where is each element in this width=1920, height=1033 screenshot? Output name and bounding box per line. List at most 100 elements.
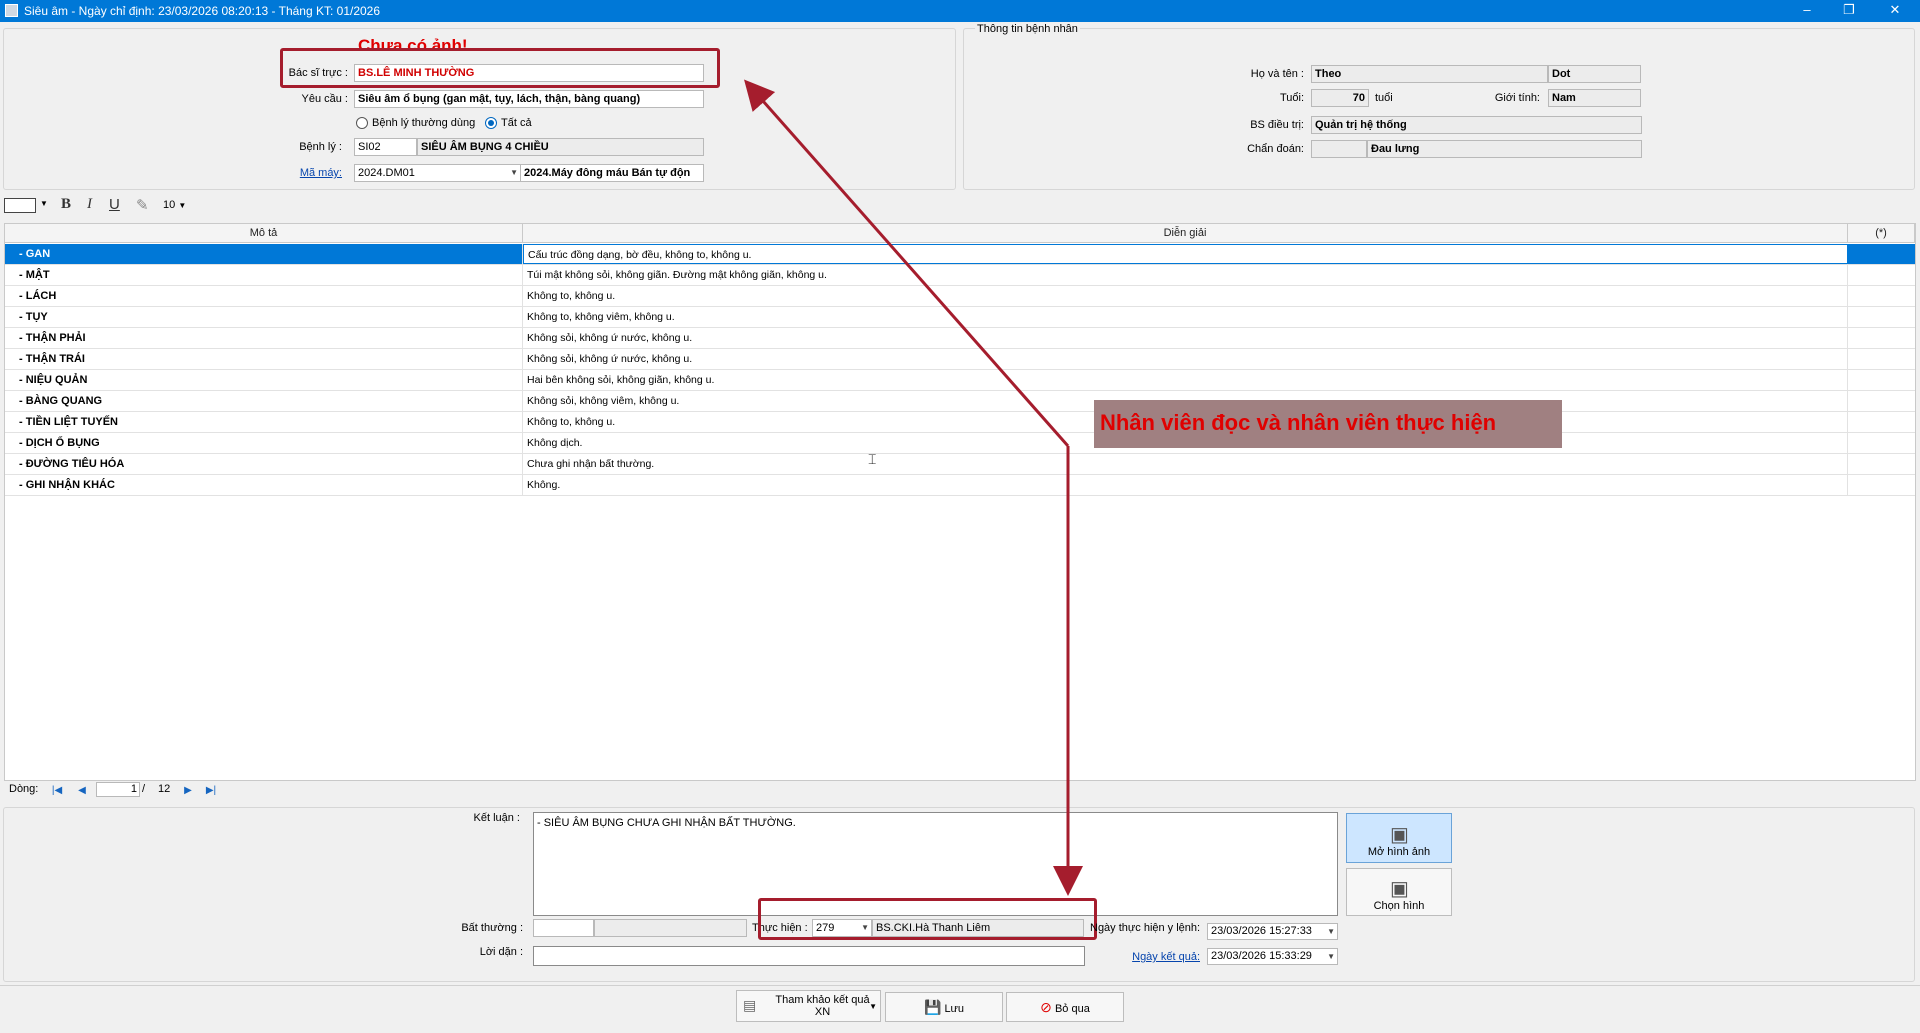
- finding-name-cell[interactable]: - MẬT: [5, 265, 523, 285]
- disease-code-field[interactable]: SI02: [354, 138, 417, 156]
- app-icon: [5, 4, 18, 17]
- finding-description-cell[interactable]: Hai bên không sỏi, không giãn, không u.: [523, 370, 1848, 390]
- note-input[interactable]: [533, 946, 1085, 966]
- request-field[interactable]: Siêu âm ổ bụng (gan mật, tụy, lách, thận…: [354, 90, 704, 108]
- finding-name-cell[interactable]: - ĐƯỜNG TIÊU HÓA: [5, 454, 523, 474]
- finding-name-cell[interactable]: - NIỆU QUẢN: [5, 370, 523, 390]
- finding-name-cell[interactable]: - BÀNG QUANG: [5, 391, 523, 411]
- save-button[interactable]: 💾 Lưu: [885, 992, 1003, 1022]
- machine-code-value: 2024.DM01: [358, 167, 415, 179]
- table-row[interactable]: - MẬT Túi mật không sỏi, không giãn. Đườn…: [5, 265, 1915, 286]
- doctor-highlight-box: [280, 48, 720, 88]
- table-row[interactable]: - NIỆU QUẢN Hai bên không sỏi, không giãn…: [5, 370, 1915, 391]
- attending-doctor-label: BS điều trị:: [1250, 119, 1304, 131]
- table-row[interactable]: - GAN Cấu trúc đồng dạng, bờ đều, không t…: [5, 244, 1915, 265]
- bold-button[interactable]: B: [61, 196, 71, 213]
- last-page-icon[interactable]: ▶|: [203, 784, 219, 798]
- image-open-icon: ▣: [1390, 824, 1409, 846]
- finding-flag-cell[interactable]: [1848, 265, 1915, 285]
- finding-description-cell[interactable]: Không sỏi, không ứ nước, không u.: [523, 349, 1848, 369]
- column-header-flag[interactable]: (*): [1848, 224, 1915, 243]
- finding-name-cell[interactable]: - TIỀN LIỆT TUYẾN: [5, 412, 523, 432]
- abnormal-code-field[interactable]: [533, 919, 594, 937]
- next-page-icon[interactable]: ▶: [180, 784, 196, 798]
- table-row[interactable]: - DỊCH Ổ BỤNG Không dịch.: [5, 433, 1915, 454]
- close-button[interactable]: ✕: [1872, 0, 1918, 22]
- reference-results-button[interactable]: ▤ Tham khảo kết quả XN ▼: [736, 990, 881, 1022]
- finding-description-cell[interactable]: Túi mật không sỏi, không giãn. Đường mật…: [523, 265, 1848, 285]
- finding-name-cell[interactable]: - THẬN PHẢI: [5, 328, 523, 348]
- finding-description-cell[interactable]: Không to, không viêm, không u.: [523, 307, 1848, 327]
- column-header-interpretation[interactable]: Diễn giải: [523, 224, 1848, 243]
- finding-flag-cell[interactable]: [1848, 307, 1915, 327]
- table-row[interactable]: - LÁCH Không to, không u.: [5, 286, 1915, 307]
- finding-description-cell[interactable]: Chưa ghi nhận bất thường.: [523, 454, 1848, 474]
- finding-name-cell[interactable]: - DỊCH Ổ BỤNG: [5, 433, 523, 453]
- radio-common-diseases[interactable]: [356, 117, 368, 129]
- cancel-button[interactable]: ⊘ Bỏ qua: [1006, 992, 1124, 1022]
- cancel-icon: ⊘: [1040, 999, 1052, 1015]
- result-date-dropdown-icon: ▼: [1327, 952, 1335, 961]
- italic-button[interactable]: I: [87, 196, 92, 213]
- finding-flag-cell[interactable]: [1848, 454, 1915, 474]
- finding-flag-cell[interactable]: [1848, 475, 1915, 495]
- result-date-link[interactable]: Ngày kết quả:: [1090, 951, 1200, 963]
- age-unit: tuổi: [1375, 92, 1393, 104]
- prev-page-icon[interactable]: ◀: [74, 784, 90, 798]
- finding-name-cell[interactable]: - LÁCH: [5, 286, 523, 306]
- exec-date-dropdown-icon: ▼: [1327, 927, 1335, 936]
- footer-divider: [0, 985, 1920, 986]
- table-row[interactable]: - TỤY Không to, không viêm, không u.: [5, 307, 1915, 328]
- exec-date-field[interactable]: 23/03/2026 15:27:33 ▼: [1207, 923, 1338, 940]
- request-label: Yêu cầu :: [301, 93, 348, 105]
- restore-button[interactable]: ❐: [1826, 0, 1872, 22]
- table-row[interactable]: - BÀNG QUANG Không sỏi, không viêm, không…: [5, 391, 1915, 412]
- abnormal-text-field[interactable]: [594, 919, 747, 937]
- open-image-label: Mở hình ảnh: [1367, 846, 1431, 858]
- finding-name-cell[interactable]: - TỤY: [5, 307, 523, 327]
- color-picker[interactable]: [4, 198, 36, 213]
- table-row[interactable]: - TIỀN LIỆT TUYẾN Không to, không u.: [5, 412, 1915, 433]
- finding-flag-cell[interactable]: [1848, 370, 1915, 390]
- table-row[interactable]: - THẬN TRÁI Không sỏi, không ứ nước, khôn…: [5, 349, 1915, 370]
- font-size-select[interactable]: 10 ▼: [163, 199, 186, 211]
- underline-button[interactable]: U: [109, 196, 120, 213]
- eraser-icon[interactable]: ✎: [136, 196, 149, 214]
- machine-code-link[interactable]: Mã máy:: [250, 167, 342, 179]
- reference-dropdown-icon[interactable]: ▼: [869, 1001, 877, 1013]
- sex-field: Nam: [1548, 89, 1641, 107]
- pager-separator: /: [142, 783, 146, 795]
- column-header-description[interactable]: Mô tả: [5, 224, 523, 243]
- finding-description-cell[interactable]: Không sỏi, không ứ nước, không u.: [523, 328, 1848, 348]
- finding-flag-cell[interactable]: [1848, 244, 1915, 264]
- radio-all[interactable]: [485, 117, 497, 129]
- finding-flag-cell[interactable]: [1848, 349, 1915, 369]
- finding-flag-cell[interactable]: [1848, 286, 1915, 306]
- table-row[interactable]: - THẬN PHẢI Không sỏi, không ứ nước, khôn…: [5, 328, 1915, 349]
- finding-flag-cell[interactable]: [1848, 391, 1915, 411]
- table-row[interactable]: - ĐƯỜNG TIÊU HÓA Chưa ghi nhận bất thường…: [5, 454, 1915, 475]
- current-row-input[interactable]: 1: [96, 782, 140, 797]
- machine-name-field[interactable]: 2024.Máy đông máu Bán tự độn: [520, 164, 704, 182]
- result-date-field[interactable]: 23/03/2026 15:33:29 ▼: [1207, 948, 1338, 965]
- finding-name-cell[interactable]: - THẬN TRÁI: [5, 349, 523, 369]
- table-row[interactable]: - GHI NHẬN KHÁC Không.: [5, 475, 1915, 496]
- finding-flag-cell[interactable]: [1848, 328, 1915, 348]
- minimize-button[interactable]: –: [1784, 0, 1830, 22]
- finding-flag-cell[interactable]: [1848, 433, 1915, 453]
- finding-description-cell[interactable]: Không to, không u.: [523, 286, 1848, 306]
- patient-first-name: Theo: [1311, 65, 1548, 83]
- choose-image-button[interactable]: ▣ Chọn hình: [1346, 868, 1452, 916]
- finding-flag-cell[interactable]: [1848, 412, 1915, 432]
- disease-name-field[interactable]: SIÊU ÂM BỤNG 4 CHIỀU: [417, 138, 704, 156]
- finding-name-cell[interactable]: - GHI NHẬN KHÁC: [5, 475, 523, 495]
- first-page-icon[interactable]: |◀: [49, 784, 65, 798]
- color-dropdown-icon[interactable]: ▼: [40, 199, 48, 208]
- finding-description-cell[interactable]: Không.: [523, 475, 1848, 495]
- findings-grid[interactable]: Mô tả Diễn giải (*) - GAN Cấu trúc đồng d…: [4, 223, 1916, 781]
- finding-description-cell[interactable]: Cấu trúc đồng dạng, bờ đều, không to, kh…: [523, 244, 1848, 264]
- open-image-button[interactable]: ▣ Mở hình ảnh: [1346, 813, 1452, 863]
- finding-name-cell[interactable]: - GAN: [5, 244, 523, 264]
- machine-code-select[interactable]: 2024.DM01 ▼: [354, 164, 521, 182]
- result-date-value: 23/03/2026 15:33:29: [1211, 950, 1312, 962]
